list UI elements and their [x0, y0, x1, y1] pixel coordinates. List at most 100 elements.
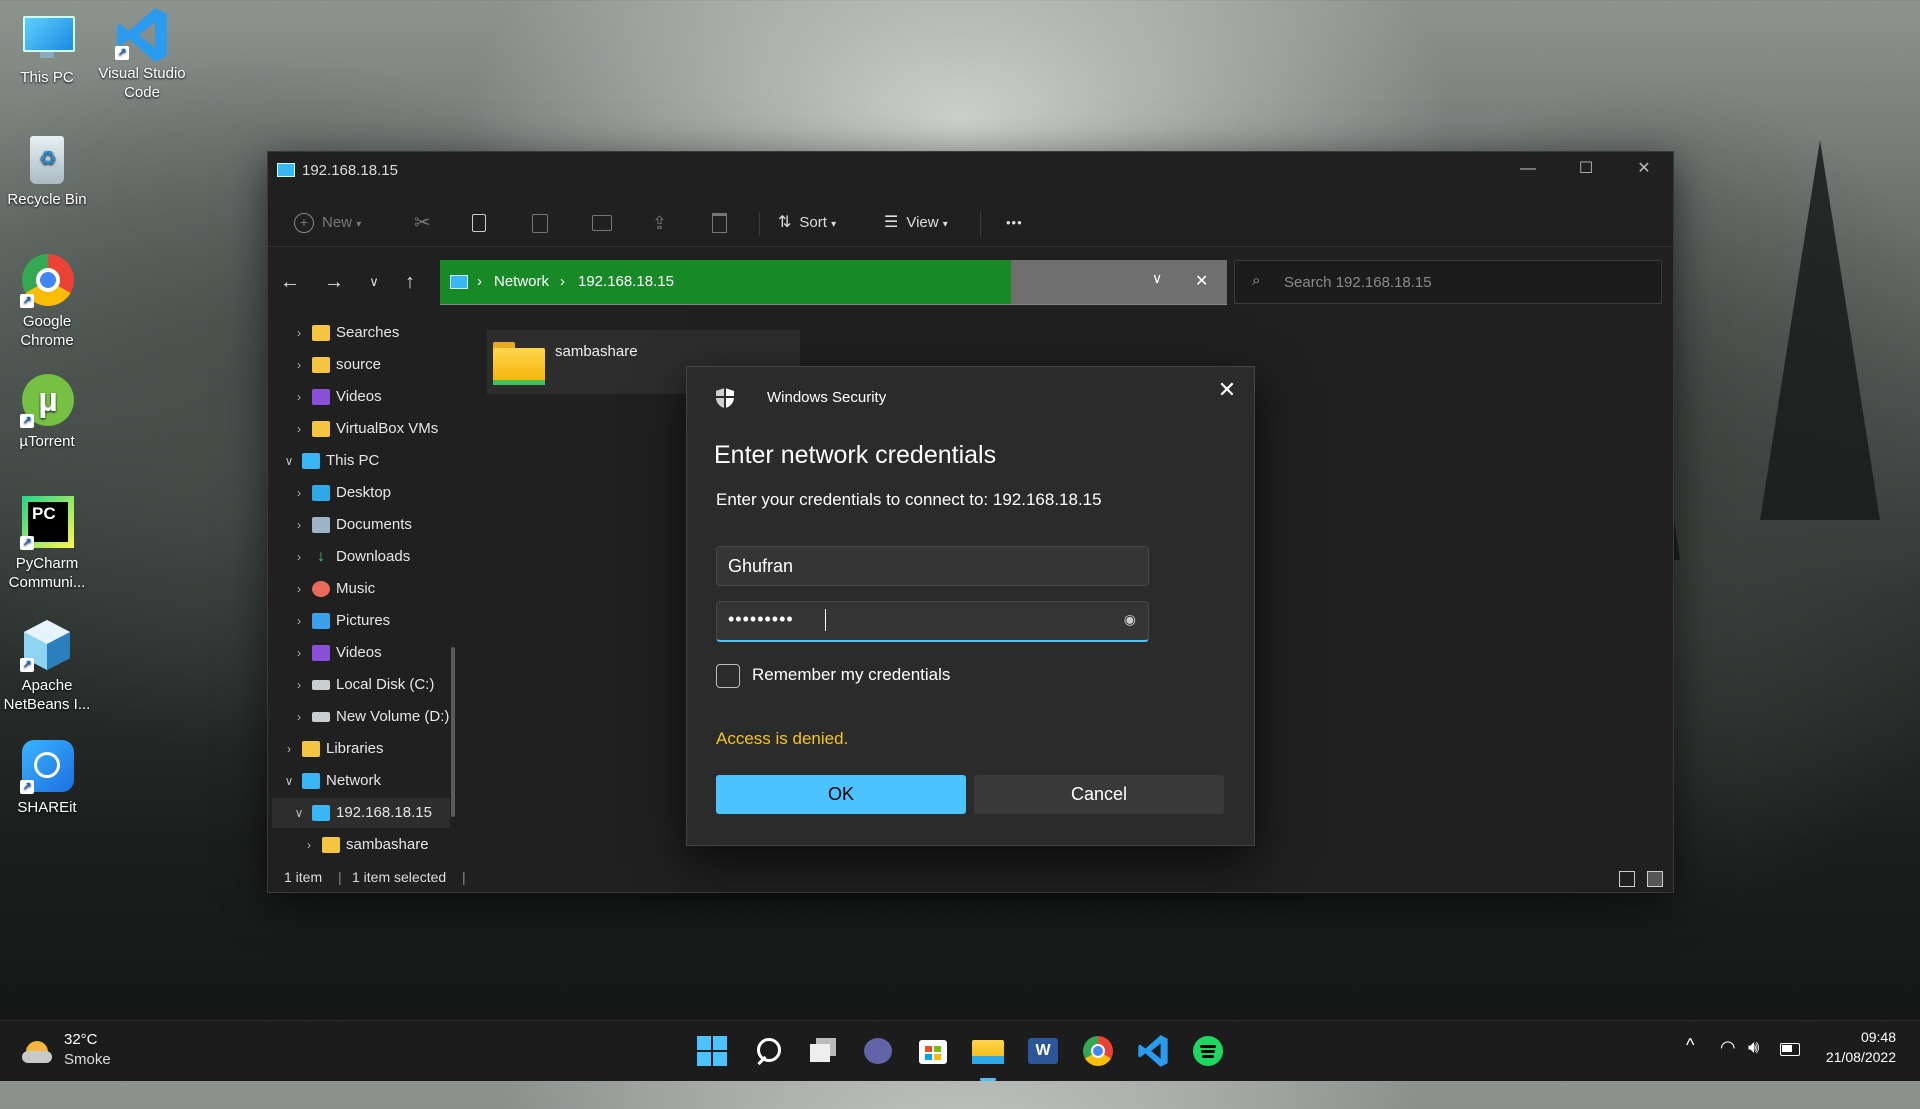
more-options-button[interactable]: ••• [1006, 208, 1023, 238]
share-icon[interactable]: ⇪ [652, 208, 667, 238]
sidebar-item-local-disk[interactable]: › Local Disk (C:) [290, 670, 450, 700]
forward-arrow-icon[interactable]: → [318, 266, 350, 298]
recycle-bin-icon: ♻ [20, 132, 74, 186]
cancel-button[interactable]: Cancel [974, 775, 1224, 814]
desktop-icon-pycharm[interactable]: PC ↗ PyCharm Communi... [0, 496, 95, 592]
task-view-icon[interactable] [806, 1034, 840, 1068]
maximize-button[interactable]: ☐ [1557, 152, 1615, 188]
sidebar-item-pictures[interactable]: › Pictures [290, 606, 450, 636]
sidebar-item-label: Local Disk (C:) [336, 676, 435, 693]
remember-credentials-checkbox[interactable] [716, 664, 740, 688]
sidebar-item-label: New Volume (D:) [336, 708, 450, 725]
network-icon [450, 275, 468, 289]
teams-chat-icon[interactable] [861, 1034, 895, 1068]
sidebar-item-new-volume[interactable]: › New Volume (D:) [290, 702, 450, 732]
cut-icon[interactable]: ✂ [414, 208, 431, 238]
chevron-right-icon: › [297, 710, 301, 724]
vscode-icon[interactable] [1136, 1034, 1170, 1068]
sidebar-item-ip-host[interactable]: ∨ 192.168.18.15 [272, 798, 450, 828]
desktop-icon-this-pc[interactable]: This PC [0, 10, 95, 87]
copy-icon[interactable] [472, 208, 486, 238]
weather-temperature: 32°C [64, 1031, 98, 1048]
chevron-right-icon: › [297, 614, 301, 628]
sidebar-item-libraries[interactable]: › Libraries [280, 734, 450, 764]
stop-loading-icon[interactable]: ✕ [1195, 271, 1208, 291]
sidebar-item-label: Videos [336, 388, 382, 405]
reveal-password-eye-icon[interactable]: ◉ [1124, 611, 1136, 628]
windows-security-dialog: Windows Security ✕ Enter network credent… [686, 366, 1255, 846]
weather-haze-icon [22, 1051, 52, 1063]
desktop-icon-recycle-bin[interactable]: ♻ Recycle Bin [0, 132, 95, 209]
network-folder-icon [493, 342, 547, 386]
sidebar-item-downloads[interactable]: › ↓ Downloads [290, 542, 450, 572]
rename-icon[interactable] [592, 208, 612, 238]
password-field[interactable]: ••••••••• ◉ [716, 601, 1149, 642]
search-icon[interactable] [751, 1034, 785, 1068]
desktop-icon-netbeans[interactable]: ↗ Apache NetBeans I... [0, 618, 95, 714]
password-value: ••••••••• [728, 609, 794, 629]
paste-icon[interactable] [532, 208, 548, 238]
chrome-icon[interactable] [1081, 1034, 1115, 1068]
chevron-right-icon: › [297, 326, 301, 340]
sidebar-item-videos[interactable]: › Videos [290, 638, 450, 668]
microsoft-store-icon[interactable] [916, 1034, 950, 1068]
address-dropdown-chevron-icon[interactable]: ∨ [1152, 270, 1162, 287]
sidebar-item-source[interactable]: › source [290, 350, 450, 380]
sidebar-item-virtualbox-vms[interactable]: › VirtualBox VMs [290, 414, 450, 444]
details-view-icon[interactable] [1619, 871, 1635, 887]
desktop-icon-shareit[interactable]: ↗ SHAREit [0, 740, 95, 817]
minimize-button[interactable]: — [1499, 152, 1557, 188]
toolbar-divider [980, 212, 981, 236]
file-explorer-icon[interactable] [971, 1034, 1005, 1081]
breadcrumb-ip[interactable]: 192.168.18.15 [578, 273, 674, 290]
chevron-down-icon: ▾ [356, 219, 362, 230]
desktop-icon-vscode[interactable]: ↗ Visual Studio Code [94, 6, 190, 102]
spotify-icon[interactable] [1191, 1034, 1225, 1068]
desktop-icon-utorrent[interactable]: µ ↗ µTorrent [0, 374, 95, 451]
sidebar-item-sambashare[interactable]: › sambashare [300, 830, 450, 860]
close-button[interactable]: ✕ [1615, 152, 1673, 188]
sort-button[interactable]: ⇅ Sort ▾ [778, 208, 836, 238]
breadcrumb-network[interactable]: Network [494, 273, 549, 290]
delete-icon[interactable] [712, 208, 727, 238]
folder-icon [312, 421, 330, 437]
search-input[interactable]: ⌕ Search 192.168.18.15 [1234, 260, 1662, 304]
sidebar-item-music[interactable]: › Music [290, 574, 450, 604]
dialog-close-button[interactable]: ✕ [1212, 375, 1242, 405]
address-bar[interactable]: › Network › 192.168.18.15 ∨ ✕ [440, 260, 1227, 305]
weather-widget[interactable] [22, 1035, 52, 1065]
chevron-right-icon: › [297, 390, 301, 404]
sidebar-scrollbar[interactable] [451, 647, 455, 817]
clock-date[interactable]: 21/08/2022 [1818, 1049, 1896, 1109]
chevron-right-icon: › [297, 518, 301, 532]
sidebar-item-network[interactable]: ∨ Network [280, 766, 450, 796]
large-icons-view-icon[interactable] [1647, 871, 1663, 887]
sidebar-item-documents[interactable]: › Documents [290, 510, 450, 540]
back-arrow-icon[interactable]: ← [274, 266, 306, 298]
folder-icon [322, 837, 340, 853]
desktop-icon-chrome[interactable]: ↗ Google Chrome [0, 254, 95, 350]
network-pc-icon [277, 163, 295, 177]
sidebar-item-videos[interactable]: › Videos [290, 382, 450, 412]
chevron-right-icon: › [297, 358, 301, 372]
sidebar-item-this-pc[interactable]: ∨ This PC [280, 446, 450, 476]
ok-button[interactable]: OK [716, 775, 966, 814]
chevron-right-icon: › [297, 422, 301, 436]
sidebar-item-label: Pictures [336, 612, 391, 629]
chevron-right-icon: › [297, 582, 301, 596]
show-hidden-icons-chevron[interactable]: ^ [1686, 1035, 1694, 1095]
remember-credentials-label[interactable]: Remember my credentials [752, 665, 950, 685]
battery-icon[interactable] [1780, 1043, 1800, 1056]
sidebar-item-searches[interactable]: › Searches [290, 318, 450, 348]
new-button[interactable]: + New ▾ [294, 208, 361, 238]
volume-icon[interactable]: 🔊︎ [1748, 1037, 1759, 1097]
sidebar-item-desktop[interactable]: › Desktop [290, 478, 450, 508]
wifi-icon[interactable]: ◠ [1720, 1037, 1736, 1097]
up-arrow-icon[interactable]: ↑ [394, 266, 426, 298]
text-cursor [825, 609, 826, 631]
recent-locations-chevron-icon[interactable]: ∨ [358, 266, 390, 298]
view-button[interactable]: ☰ View ▾ [884, 208, 948, 238]
word-icon[interactable]: W [1026, 1034, 1060, 1068]
start-button[interactable] [695, 1034, 729, 1068]
username-field[interactable]: Ghufran [716, 546, 1149, 586]
